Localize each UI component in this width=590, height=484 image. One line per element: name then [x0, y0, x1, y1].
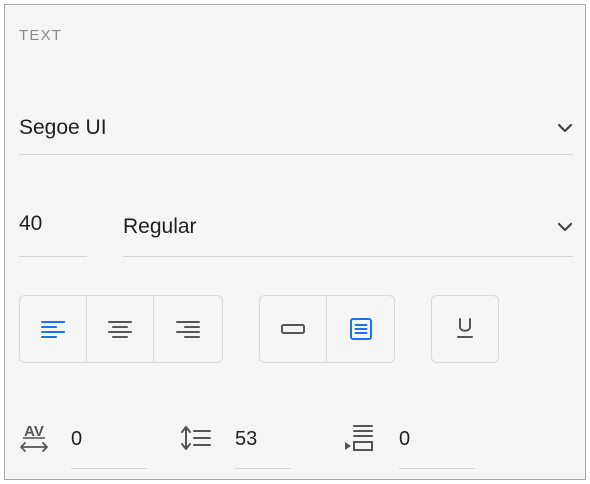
paragraph-spacing-underline [399, 468, 475, 469]
align-left-button[interactable] [20, 296, 87, 362]
character-spacing-icon: AV [17, 421, 51, 455]
line-height-input[interactable]: 53 [235, 427, 257, 451]
text-properties-panel: TEXT Segoe UI 40 Regular AV 0 53 0 [4, 4, 586, 480]
chevron-down-icon [557, 222, 573, 231]
character-spacing-underline [71, 468, 147, 469]
align-center-icon [108, 321, 132, 338]
character-spacing-input[interactable]: 0 [71, 427, 82, 451]
line-height-underline [235, 468, 291, 469]
font-family-dropdown[interactable]: Segoe UI [19, 109, 573, 155]
align-right-button[interactable] [154, 296, 221, 362]
font-style-dropdown[interactable]: Regular [123, 207, 573, 257]
single-line-box-icon [281, 324, 305, 334]
line-height-icon [179, 421, 213, 455]
underline-icon [457, 318, 473, 338]
single-line-box-button[interactable] [260, 296, 327, 362]
paragraph-spacing-control: 0 [341, 415, 491, 471]
chevron-down-icon [557, 123, 573, 132]
paragraph-spacing-input[interactable]: 0 [399, 427, 410, 451]
text-box-type-group [259, 295, 395, 363]
underline-button-group [431, 295, 499, 363]
alignment-button-group [19, 295, 223, 363]
character-spacing-control: AV 0 [17, 415, 157, 471]
paragraph-box-button[interactable] [327, 296, 394, 362]
font-family-value: Segoe UI [19, 115, 107, 139]
font-size-input[interactable]: 40 [19, 207, 87, 257]
align-left-icon [41, 321, 65, 338]
section-title: TEXT [19, 27, 63, 44]
align-right-icon [175, 321, 200, 338]
align-center-button[interactable] [87, 296, 154, 362]
line-height-control: 53 [179, 415, 319, 471]
paragraph-spacing-icon [341, 421, 375, 455]
underline-button[interactable] [432, 296, 498, 362]
paragraph-box-icon [349, 318, 372, 340]
font-style-value: Regular [123, 214, 197, 238]
